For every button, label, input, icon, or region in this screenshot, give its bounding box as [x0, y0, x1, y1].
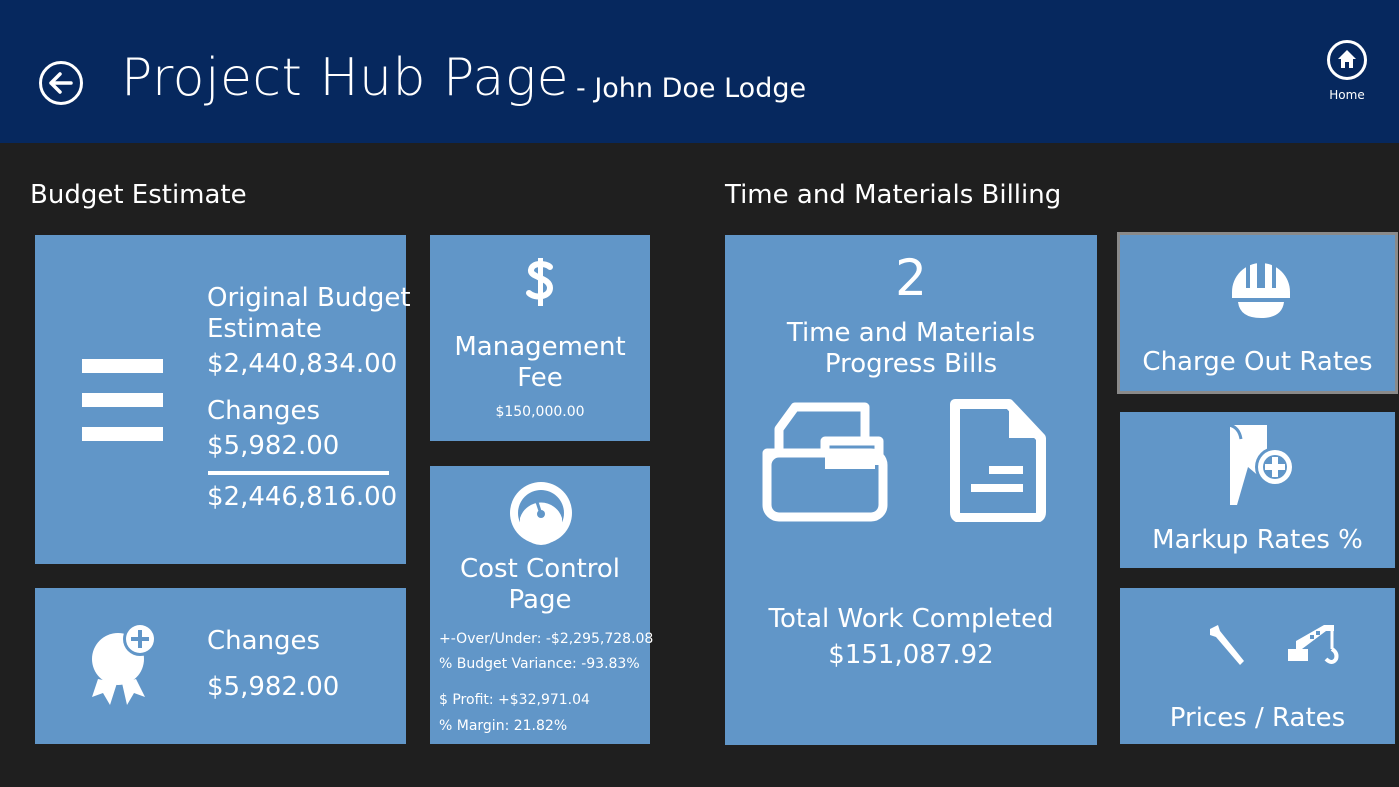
page-title: Project Hub Page — [121, 48, 570, 108]
original-budget-label-1: Original Budget — [207, 283, 411, 313]
app-header: Project Hub Page - John Doe Lodge Home — [0, 0, 1399, 143]
progress-bills-label-2: Progress Bills — [824, 349, 998, 379]
total-work-label: Total Work Completed — [768, 604, 1054, 634]
bookmark-plus-icon — [1228, 423, 1295, 505]
prices-rates-tile[interactable]: Prices / Rates — [1120, 588, 1395, 744]
original-budget-total: $2,446,816.00 — [207, 482, 398, 512]
hard-hat-icon — [1232, 260, 1290, 318]
charge-out-rates-label: Charge Out Rates — [1142, 347, 1373, 377]
dollar-icon — [526, 258, 554, 306]
changes-amount: $5,982.00 — [207, 672, 340, 702]
profit-value: $ Profit: +$32,971.04 — [439, 692, 590, 708]
project-name: - John Doe Lodge — [576, 73, 807, 104]
management-fee-label-2: Fee — [517, 363, 563, 393]
back-arrow-icon — [49, 72, 73, 94]
budget-section-title: Budget Estimate — [30, 180, 247, 210]
progress-bills-tile[interactable]: 2 Time and Materials Progress Bills Tota… — [725, 235, 1097, 745]
over-under-value: +-Over/Under: -$2,295,728.08 — [439, 631, 654, 647]
back-button[interactable] — [39, 61, 83, 105]
changes-label: Changes — [207, 626, 321, 656]
management-fee-tile[interactable]: Management Fee $150,000.00 — [430, 235, 650, 441]
original-budget-tile[interactable]: Original Budget Estimate $2,440,834.00 C… — [35, 235, 411, 564]
markup-rates-tile[interactable]: Markup Rates % — [1120, 412, 1395, 568]
prices-rates-label: Prices / Rates — [1169, 703, 1346, 733]
gauge-icon — [510, 482, 572, 545]
home-button[interactable]: Home — [1320, 40, 1374, 106]
home-icon — [1338, 50, 1356, 68]
original-budget-amount: $2,440,834.00 — [207, 349, 398, 379]
cost-control-label-2: Page — [508, 585, 572, 615]
crane-icon — [1288, 625, 1339, 664]
changes-tile[interactable]: Changes $5,982.00 — [35, 588, 406, 744]
menu-lines-icon — [82, 359, 163, 441]
budget-variance-value: % Budget Variance: -93.83% — [439, 656, 640, 672]
margin-value: % Margin: 21.82% — [439, 718, 568, 734]
folder-icon — [762, 402, 888, 522]
original-changes-label: Changes — [207, 396, 321, 426]
original-changes-amount: $5,982.00 — [207, 431, 340, 461]
home-label: Home — [1329, 88, 1365, 102]
charge-out-rates-tile[interactable]: Charge Out Rates — [1117, 232, 1398, 394]
management-fee-label-1: Management — [454, 332, 626, 362]
markup-rates-label: Markup Rates % — [1152, 525, 1363, 555]
cost-control-label-1: Cost Control — [459, 554, 621, 584]
progress-bills-label-1: Time and Materials — [786, 318, 1036, 348]
original-budget-label-2: Estimate — [207, 314, 322, 344]
cost-control-tile[interactable]: Cost Control Page +-Over/Under: -$2,295,… — [430, 466, 654, 744]
home-icon-circle — [1327, 40, 1367, 80]
total-work-amount: $151,087.92 — [828, 640, 994, 670]
progress-bills-count: 2 — [895, 249, 927, 307]
management-fee-amount: $150,000.00 — [495, 404, 585, 420]
sum-divider — [208, 471, 389, 475]
document-icon — [950, 399, 1046, 522]
wrench-icon — [1210, 625, 1244, 665]
tm-section-title: Time and Materials Billing — [725, 180, 1062, 210]
award-plus-icon — [92, 622, 157, 705]
